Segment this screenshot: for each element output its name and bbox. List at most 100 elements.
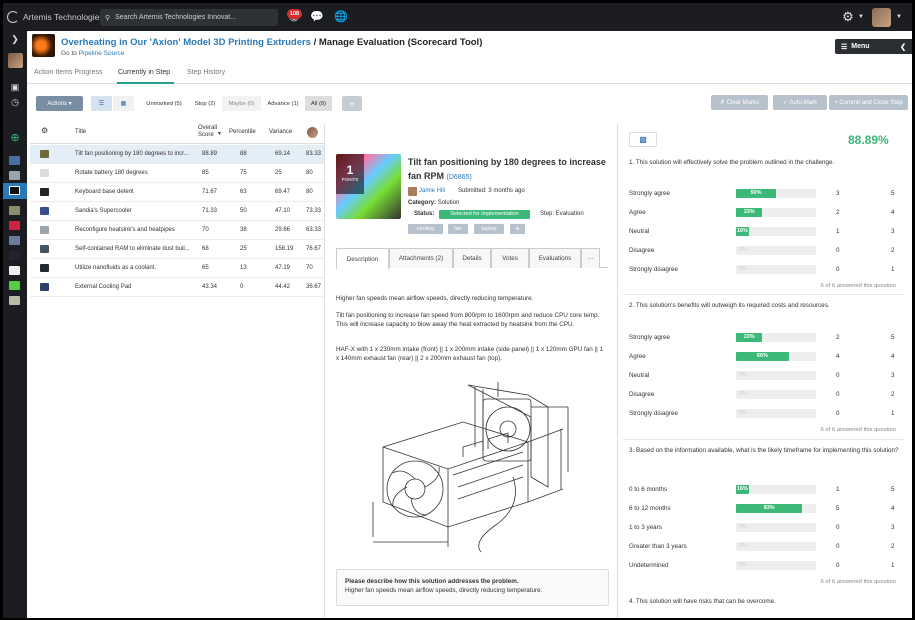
avatar-chevron-down-icon[interactable]: ▼ [892, 10, 906, 24]
chart-view-button[interactable]: ▩ [629, 132, 657, 147]
settings-gear-icon[interactable]: ⚙ [41, 126, 48, 135]
rail-avatar[interactable] [8, 53, 23, 68]
rail-item-thumb[interactable] [9, 171, 20, 180]
rail-item-thumb[interactable] [9, 266, 20, 275]
row-title[interactable]: Tilt fan positioning by 180 degrees to i… [75, 151, 189, 157]
clear-marks-button[interactable]: ✗ Clear Marks [711, 95, 768, 110]
tab-description[interactable]: Description [336, 248, 389, 269]
clock-icon[interactable]: ◷ [8, 95, 22, 109]
scorecard-option[interactable]: Strongly disagree 0% 0 1 [629, 408, 899, 420]
row-title[interactable]: Utilize nanofluids as a coolant. [75, 265, 156, 271]
globe-icon[interactable]: 🌐 [334, 10, 348, 24]
table-row[interactable]: Self-contained RAM to eliminate dust bui… [30, 240, 324, 259]
option-weight: 2 [891, 543, 895, 550]
author-link[interactable]: Jamie Hill [419, 188, 445, 194]
tab-currently-in-step[interactable]: Currently in Step [118, 69, 170, 76]
scorecard-option[interactable]: Neutral 0% 0 3 [629, 370, 899, 382]
challenge-link[interactable]: Overheating in Our 'Axion' Model 3D Prin… [61, 37, 311, 48]
table-row[interactable]: Reconfigure heatsink's and heatpipes 70 38… [30, 221, 324, 240]
table-row[interactable]: Rotate battery 180 degrees 85 75 25 80 [30, 164, 324, 183]
table-row[interactable]: Sandia's Supercooler 71.33 50 47.10 73.33 [30, 202, 324, 221]
pipeline-source-link[interactable]: Pipeline Source [79, 50, 125, 57]
row-evaluator-score: 80 [306, 189, 313, 195]
scorecard-option[interactable]: Agree 33% 2 4 [629, 207, 899, 219]
col-variance[interactable]: Variance [269, 129, 292, 135]
col-overall-score[interactable]: Overall Score [198, 125, 217, 139]
row-title[interactable]: Rotate battery 180 degrees [75, 170, 148, 176]
row-title[interactable]: Reconfigure heatsink's and heatpipes [75, 227, 175, 233]
scorecard-option[interactable]: Disagree 0% 0 2 [629, 389, 899, 401]
rail-item-thumb[interactable] [9, 221, 20, 230]
scorecard-option[interactable]: Neutral 16% 1 3 [629, 226, 899, 238]
scorecard-option[interactable]: 0 to 6 months 16% 1 5 [629, 484, 899, 496]
row-title[interactable]: Sandia's Supercooler [75, 208, 132, 214]
table-row[interactable]: Tilt fan positioning by 180 degrees to i… [30, 145, 324, 164]
tab-step-history[interactable]: Step History [187, 69, 225, 76]
table-row[interactable]: External Cooling Pad 43.34 0 44.42 36.67 [30, 278, 324, 297]
scorecard-option[interactable]: Disagree 0% 0 2 [629, 245, 899, 257]
gear-icon[interactable]: ⚙ [841, 10, 855, 24]
scorecard-option[interactable]: Greater than 3 years 0% 0 2 [629, 541, 899, 553]
scorecard-option[interactable]: Strongly agree 50% 3 5 [629, 188, 899, 200]
tab-attachments[interactable]: Attachments (2) [389, 248, 453, 268]
table-row[interactable]: Utilize nanofluids as a coolant. 65 13 47.1… [30, 259, 324, 278]
search-input[interactable]: ⚲ Search Artemis Technologies Innovat... [100, 9, 278, 26]
brand-logo[interactable]: Artemis Technologies [7, 9, 104, 25]
tab-more[interactable]: ··· [581, 248, 600, 268]
user-avatar[interactable] [872, 8, 891, 27]
commit-close-step-button[interactable]: + Commit and Close Step [829, 95, 908, 110]
scorecard-option[interactable]: 6 to 12 months 83% 5 4 [629, 503, 899, 515]
row-overall-score: 71.67 [202, 189, 218, 195]
add-icon[interactable]: ⊕ [8, 131, 22, 145]
filter-unmarked[interactable]: Unmarked (5) [143, 96, 185, 111]
tab-evaluations[interactable]: Evaluations [529, 248, 581, 268]
tag-cooling[interactable]: cooling [408, 224, 443, 234]
description-paragraph: Tilt fan positioning to increase fan spe… [336, 312, 600, 328]
filter-advance[interactable]: Advance (1) [263, 96, 303, 111]
row-title[interactable]: Keyboard base detent [75, 189, 134, 195]
list-view-button[interactable]: ☰ [91, 96, 112, 111]
filter-maybe[interactable]: Maybe (0) [222, 96, 261, 111]
grid-view-button[interactable]: ▦ [113, 96, 134, 111]
scorecard-option[interactable]: Agree 66% 4 4 [629, 351, 899, 363]
auto-mark-button[interactable]: ✓ Auto-Mark [773, 95, 827, 110]
rail-item-thumb[interactable] [9, 296, 20, 305]
chat-icon[interactable]: 💬 [310, 10, 324, 24]
tab-votes[interactable]: Votes [491, 248, 529, 268]
table-row[interactable]: Keyboard base detent 71.67 63 69.47 80 [30, 183, 324, 202]
rail-item-thumb[interactable] [9, 236, 20, 245]
rail-item-thumb[interactable] [9, 156, 20, 165]
scorecard-option[interactable]: 1 to 3 years 0% 0 3 [629, 522, 899, 534]
add-filter-button[interactable]: + [342, 96, 362, 111]
rail-item-thumb[interactable] [9, 251, 20, 260]
idea-id-link[interactable]: (D6865) [447, 174, 472, 181]
filter-all[interactable]: All (8) [305, 96, 332, 111]
row-title[interactable]: Self-contained RAM to eliminate dust bui… [75, 246, 190, 252]
filter-stop[interactable]: Stop (2) [190, 96, 220, 111]
gear-chevron-down-icon[interactable]: ▼ [854, 10, 868, 24]
question-text: Please describe how this solution addres… [345, 578, 519, 585]
row-title[interactable]: External Cooling Pad [75, 284, 131, 290]
option-weight: 5 [891, 334, 895, 341]
sort-down-icon[interactable]: ▼ [217, 131, 222, 137]
scorecard-option[interactable]: Strongly disagree 0% 0 1 [629, 264, 899, 276]
tag-fan[interactable]: fan [448, 224, 468, 234]
scorecard-option[interactable]: Strongly agree 33% 2 5 [629, 332, 899, 344]
status-badge[interactable]: Selected for Implementation [439, 210, 530, 219]
option-weight: 4 [891, 505, 895, 512]
col-percentile[interactable]: Percentile [229, 129, 256, 135]
rail-expand-icon[interactable]: ❯ [8, 32, 22, 46]
col-title[interactable]: Title [75, 129, 86, 135]
tab-action-items-progress[interactable]: Action Items Progress [34, 69, 102, 76]
rail-item-thumb[interactable] [9, 186, 20, 195]
tab-details[interactable]: Details [453, 248, 491, 268]
add-tag-button[interactable]: + [510, 224, 525, 234]
tag-laptop[interactable]: laptop [474, 224, 504, 234]
scorecard-option[interactable]: Undetermined 0% 0 1 [629, 560, 899, 572]
actions-button[interactable]: Actions ▾ [36, 96, 83, 111]
option-bar: 16% [736, 227, 816, 236]
rail-item-thumb[interactable] [9, 206, 20, 215]
rail-item-thumb[interactable] [9, 281, 20, 290]
dashboard-icon[interactable]: ▣ [8, 80, 22, 94]
menu-button[interactable]: ☰ Menu ❮ [835, 39, 912, 54]
